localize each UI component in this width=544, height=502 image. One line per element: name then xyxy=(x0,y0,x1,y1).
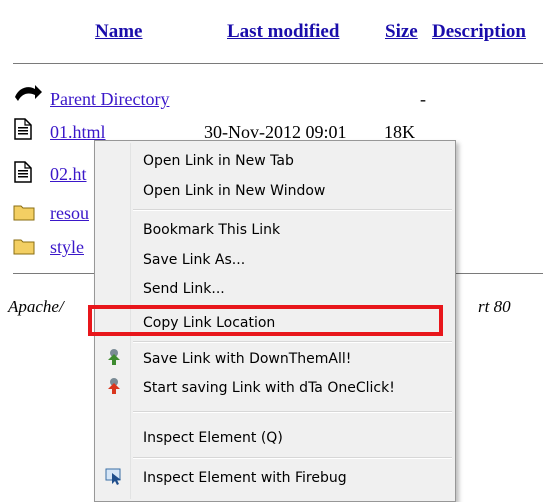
server-signature-port: rt 80 xyxy=(478,297,511,316)
column-header-description[interactable]: Description xyxy=(432,21,526,43)
back-arrow-icon xyxy=(15,85,42,101)
file-link-02[interactable]: 02.ht xyxy=(50,164,87,185)
highlight-box xyxy=(88,305,443,336)
server-signature: Apache/ xyxy=(8,297,64,316)
firebug-inspect-icon xyxy=(105,468,121,485)
menu-item-inspect-element[interactable]: Inspect Element (Q) xyxy=(143,425,283,451)
menu-item-inspect-with-firebug[interactable]: Inspect Element with Firebug xyxy=(143,465,347,491)
menu-separator xyxy=(133,341,452,343)
menu-item-bookmark-link[interactable]: Bookmark This Link xyxy=(143,217,280,243)
folder-icon xyxy=(13,239,35,255)
header-divider xyxy=(13,63,543,64)
folder-link-style[interactable]: style xyxy=(50,237,84,258)
downthemall-icon xyxy=(108,349,120,365)
menu-item-open-new-window[interactable]: Open Link in New Window xyxy=(143,178,325,204)
column-header-name[interactable]: Name xyxy=(95,21,142,43)
menu-item-dta-oneclick[interactable]: Start saving Link with dTa OneClick! xyxy=(143,375,395,401)
parent-directory-size: - xyxy=(420,89,426,109)
column-header-last-modified[interactable]: Last modified xyxy=(227,21,339,43)
document-icon xyxy=(14,161,32,183)
folder-link-resources[interactable]: resou xyxy=(50,203,89,224)
dta-oneclick-icon xyxy=(108,378,120,394)
folder-icon xyxy=(13,205,35,221)
document-icon xyxy=(14,118,32,140)
menu-item-save-with-downthemall[interactable]: Save Link with DownThemAll! xyxy=(143,346,351,372)
menu-separator xyxy=(133,209,452,211)
parent-directory-link[interactable]: Parent Directory xyxy=(50,89,169,110)
menu-separator xyxy=(133,457,452,459)
column-header-size[interactable]: Size xyxy=(385,21,418,43)
menu-separator xyxy=(133,411,452,413)
menu-item-send-link[interactable]: Send Link... xyxy=(143,276,225,302)
menu-item-save-link-as[interactable]: Save Link As... xyxy=(143,247,245,273)
menu-item-open-new-tab[interactable]: Open Link in New Tab xyxy=(143,148,294,174)
